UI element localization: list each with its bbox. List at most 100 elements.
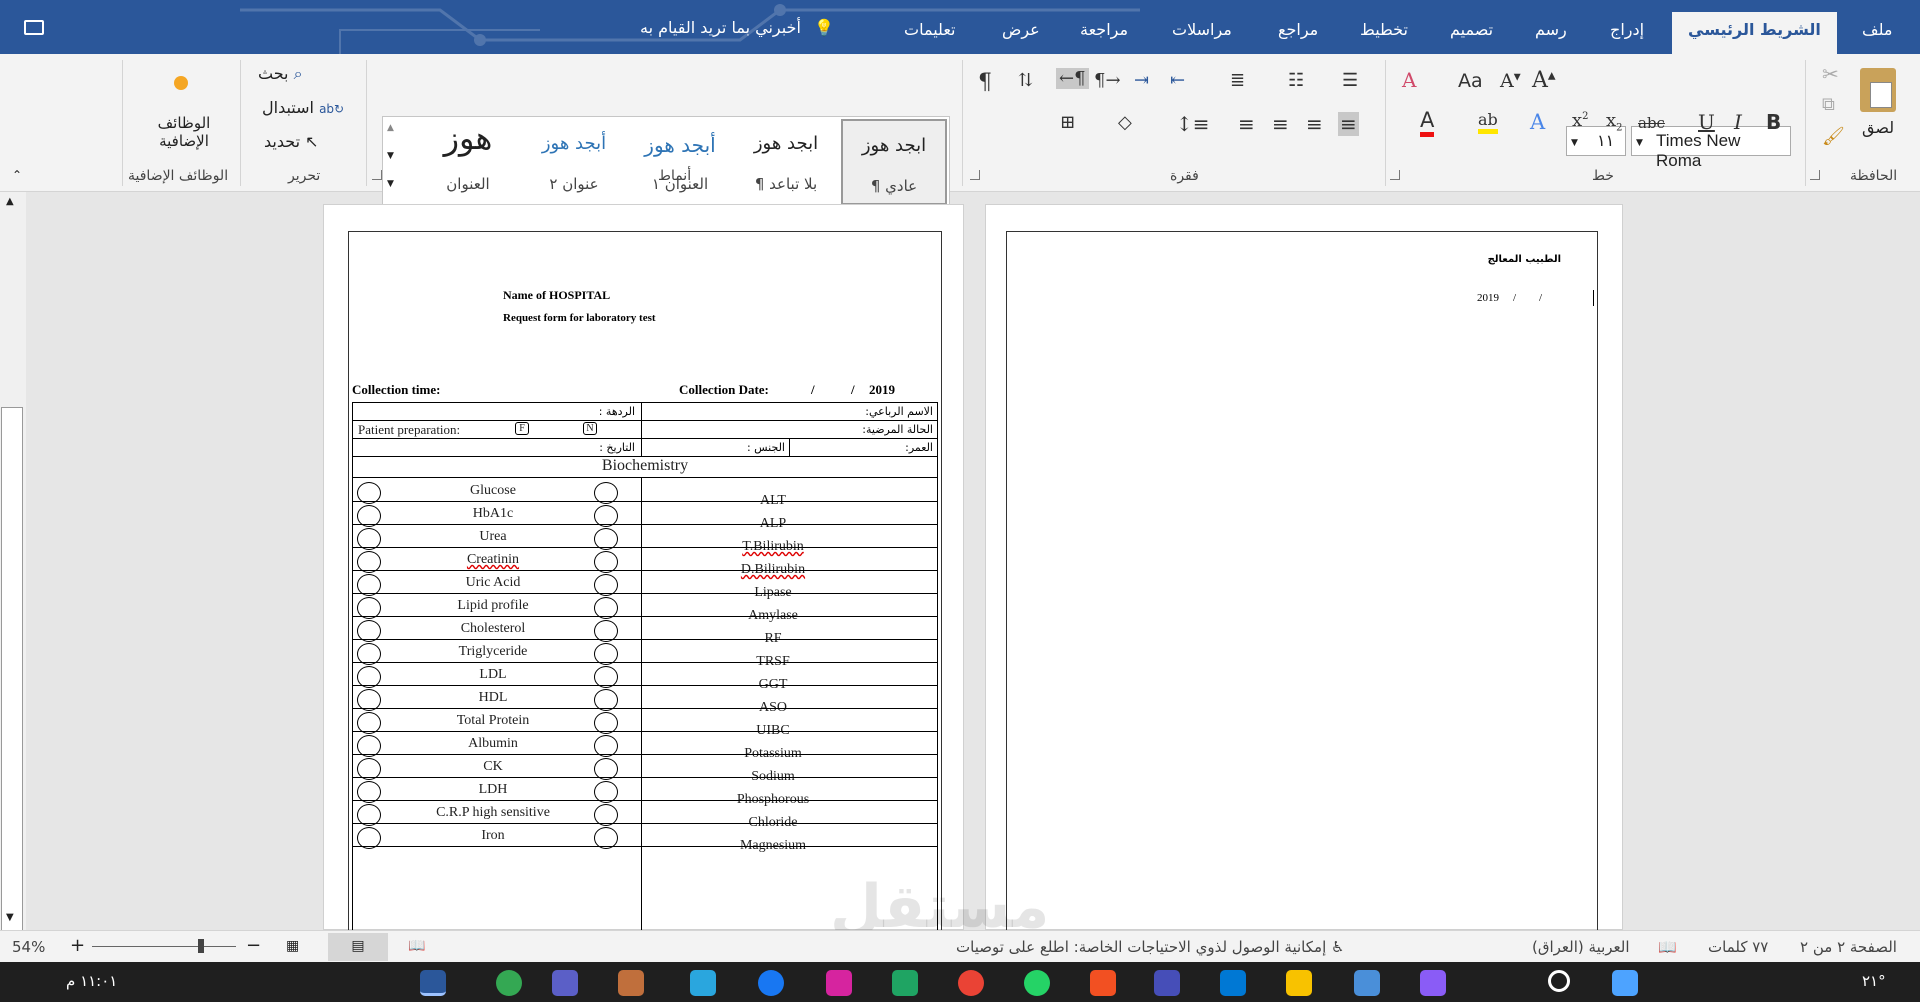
paste-button[interactable]: لصق xyxy=(1862,118,1894,137)
font-color-icon[interactable]: A xyxy=(1420,108,1435,137)
word-count[interactable]: ٧٧ كلمات xyxy=(1708,938,1768,956)
text-effects-icon[interactable]: A xyxy=(1530,110,1545,134)
page-count[interactable]: الصفحة ٢ من ٢ xyxy=(1800,938,1897,956)
addins-button[interactable]: الوظائف الإضافية xyxy=(144,114,224,150)
tab-file[interactable]: ملف xyxy=(1862,20,1892,39)
document-page-1[interactable]: Name of HOSPITAL Request form for labora… xyxy=(323,204,964,962)
line-spacing-icon[interactable]: ↕≡ xyxy=(1176,112,1210,136)
format-painter-icon[interactable]: 🖌 xyxy=(1822,126,1845,147)
clear-formatting-icon[interactable]: A xyxy=(1402,68,1416,92)
tell-me-box[interactable]: أخبرني بما تريد القيام به 💡 xyxy=(640,18,834,37)
bold-icon[interactable]: B xyxy=(1766,110,1781,134)
underline-icon[interactable]: U xyxy=(1698,110,1715,134)
tab-mailings[interactable]: مراسلات xyxy=(1172,20,1232,39)
teams-app-icon[interactable] xyxy=(552,970,578,996)
align-left-icon[interactable]: ≡ xyxy=(1238,112,1255,136)
multilevel-list-icon[interactable]: ≣ xyxy=(1230,70,1245,91)
instagram-app-icon[interactable] xyxy=(826,970,852,996)
chrome-app-icon[interactable] xyxy=(496,970,522,996)
align-right-icon[interactable]: ≡ xyxy=(1306,112,1323,136)
grow-font-icon[interactable]: A▲ xyxy=(1532,68,1556,93)
start-button-icon[interactable] xyxy=(1612,970,1638,996)
decrease-indent-icon[interactable]: ⇤ xyxy=(1170,70,1185,91)
tab-design[interactable]: تصميم xyxy=(1450,20,1493,39)
word-app-icon[interactable] xyxy=(420,970,446,996)
tab-help[interactable]: تعليمات xyxy=(904,20,955,39)
weather-temp[interactable]: ٢١° xyxy=(1862,972,1886,990)
style-heading-1[interactable]: أبجد هوز العنوان ١ xyxy=(627,119,733,205)
numbering-icon[interactable]: ☷ xyxy=(1288,70,1304,91)
select-button[interactable]: تحديد ↖ xyxy=(264,132,319,151)
superscript-icon[interactable]: x2 xyxy=(1572,110,1589,131)
tab-home[interactable]: الشريط الرئيسي xyxy=(1672,12,1837,54)
ltr-direction-icon[interactable]: ¶→ xyxy=(1094,70,1121,91)
facebook-app-icon[interactable] xyxy=(758,970,784,996)
explorer-app-icon[interactable] xyxy=(1286,970,1312,996)
italic-icon[interactable]: I xyxy=(1734,110,1742,134)
drive-app-icon[interactable] xyxy=(892,970,918,996)
tab-insert[interactable]: إدراج xyxy=(1610,20,1644,39)
shading-icon[interactable]: ◇ xyxy=(1118,112,1132,133)
gallery-scroll-up-icon[interactable]: ▲ xyxy=(387,123,394,133)
zoom-out-icon[interactable]: − xyxy=(246,935,261,956)
vertical-scrollbar[interactable]: ▲ ▼ xyxy=(0,192,26,952)
rtl-direction-icon[interactable]: ←¶ xyxy=(1056,68,1089,89)
whatsapp-app-icon[interactable] xyxy=(1024,970,1050,996)
paste-icon[interactable] xyxy=(1860,68,1896,112)
change-case-icon[interactable]: Aa xyxy=(1458,70,1483,92)
font-name-dropdown-icon[interactable]: ▼ xyxy=(1636,138,1643,148)
non-fasting-checkbox[interactable]: N xyxy=(583,422,597,435)
bullets-icon[interactable]: ☰ xyxy=(1342,70,1358,91)
print-layout-icon[interactable]: ▤ xyxy=(328,933,388,961)
styles-launcher-icon[interactable] xyxy=(372,170,382,180)
highlight-color-icon[interactable]: ab xyxy=(1478,110,1498,134)
shrink-font-icon[interactable]: A▼ xyxy=(1500,70,1521,92)
zoom-slider-thumb[interactable] xyxy=(198,939,204,953)
copy-icon[interactable]: ⧉ xyxy=(1822,94,1835,115)
gallery-more-icon[interactable]: ▼ xyxy=(387,179,394,189)
zoom-in-icon[interactable]: + xyxy=(70,935,85,956)
cut-icon[interactable]: ✂ xyxy=(1822,62,1839,86)
zoom-slider[interactable] xyxy=(92,946,236,947)
clock[interactable]: ١١:٠١ م xyxy=(66,972,117,990)
style-no-spacing[interactable]: ابجد هوز ¶ بلا تباعد xyxy=(733,119,839,205)
tab-view[interactable]: عرض xyxy=(1002,20,1040,39)
zoom-level[interactable]: 54% xyxy=(12,938,45,956)
scroll-thumb[interactable] xyxy=(1,407,23,952)
show-marks-icon[interactable]: ¶ xyxy=(978,70,992,95)
style-normal[interactable]: ابجد هوز ¶ عادي xyxy=(841,119,947,205)
tab-draw[interactable]: رسم xyxy=(1535,20,1567,39)
store-app-icon[interactable] xyxy=(1090,970,1116,996)
paragraph-launcher-icon[interactable] xyxy=(970,170,980,180)
accessibility-status[interactable]: إمكانية الوصول لذوي الاحتياجات الخاصة: ا… xyxy=(956,938,1344,956)
subscript-icon[interactable]: x2 xyxy=(1606,110,1623,134)
replace-button[interactable]: استبدال ab↻ xyxy=(262,98,344,117)
borders-icon[interactable]: ⊞ xyxy=(1060,112,1075,133)
web-layout-icon[interactable]: ▦ xyxy=(286,938,299,954)
style-heading-2[interactable]: أبجد هوز عنوان ٢ xyxy=(521,119,627,205)
fasting-checkbox[interactable]: F xyxy=(515,422,529,435)
gallery-scroll-down-icon[interactable]: ▼ xyxy=(387,151,394,161)
language-indicator[interactable]: العربية (العراق) xyxy=(1532,938,1630,956)
translator-app-icon[interactable] xyxy=(690,970,716,996)
find-button[interactable]: بحث ⌕ xyxy=(258,64,303,84)
comment-icon[interactable] xyxy=(24,20,44,35)
collapse-ribbon-icon[interactable]: ⌃ xyxy=(12,168,22,182)
teams-chat-icon[interactable] xyxy=(1154,970,1180,996)
scroll-up-icon[interactable]: ▲ xyxy=(6,196,14,207)
sort-icon[interactable]: ⇅ xyxy=(1018,70,1033,91)
center-icon[interactable]: ≡ xyxy=(1272,112,1289,136)
font-launcher-icon[interactable] xyxy=(1390,170,1400,180)
proofing-icon[interactable]: 📖 xyxy=(1658,938,1677,956)
search-taskbar-icon[interactable] xyxy=(1548,970,1570,992)
tab-layout[interactable]: تخطيط xyxy=(1360,20,1408,39)
read-mode-icon[interactable]: 📖 xyxy=(408,938,425,954)
strikethrough-icon[interactable]: abc xyxy=(1638,114,1665,132)
tab-review[interactable]: مراجعة xyxy=(1080,20,1128,39)
mail-app-icon[interactable] xyxy=(1220,970,1246,996)
style-title[interactable]: هوز العنوان xyxy=(415,119,521,205)
chrome-browser-icon[interactable] xyxy=(958,970,984,996)
font-size-dropdown-icon[interactable]: ▼ xyxy=(1571,138,1578,148)
document-page-2[interactable]: الطبيب المعالج 2019 / / xyxy=(985,204,1623,951)
scroll-down-icon[interactable]: ▼ xyxy=(6,912,14,923)
